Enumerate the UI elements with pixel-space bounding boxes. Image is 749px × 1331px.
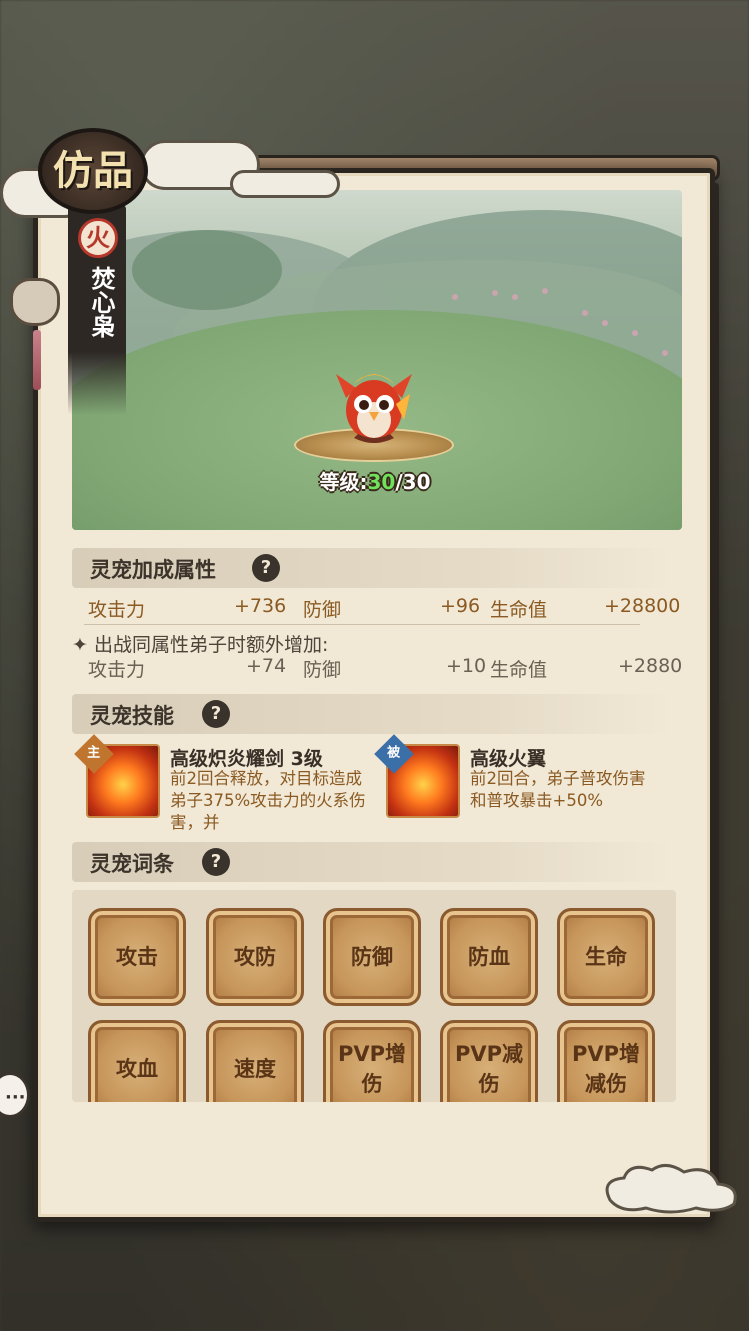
trait-attack[interactable]: 攻击 [88, 908, 186, 1006]
stat-value-attack: +74 [246, 655, 287, 677]
skills-section-header: 灵宠技能 ? [72, 694, 672, 734]
trait-hp[interactable]: 生命 [557, 908, 655, 1006]
level-separator: / [395, 470, 403, 494]
cloud-decoration [230, 170, 340, 198]
extra-bonus-label: ✦ 出战同属性弟子时额外增加: [72, 630, 328, 657]
traits-section-title: 灵宠词条 [90, 852, 174, 876]
help-icon[interactable]: ? [202, 848, 230, 876]
stat-label-defense: 防御 [303, 659, 342, 681]
traits-grid: 攻击 攻防 防御 防血 生命 攻血 速度 PVP增伤 PVP减伤 PVP增减伤 [72, 890, 676, 1102]
pet-name: 焚心枭 [87, 266, 116, 338]
extra-stats-row: 攻击力 +74 防御 +10 生命值 +2880 [88, 655, 688, 683]
help-icon[interactable]: ? [252, 554, 280, 582]
level-max: 30 [402, 470, 431, 494]
level-prefix: 等级: [319, 470, 368, 494]
stat-value-attack: +736 [234, 595, 287, 617]
base-stats-row: 攻击力 +736 防御 +96 生命值 +28800 [88, 595, 688, 623]
stat-label-attack: 攻击力 [88, 599, 146, 621]
stat-value-defense: +96 [440, 595, 481, 617]
stat-value-hp: +2880 [618, 655, 683, 677]
diamond-marker-icon: ✦ [72, 634, 88, 656]
bonus-section-title: 灵宠加成属性 [90, 558, 216, 582]
trait-attack-defense[interactable]: 攻防 [206, 908, 304, 1006]
trait-attack-hp[interactable]: 攻血 [88, 1020, 186, 1102]
grade-badge: 仿品 [38, 128, 148, 214]
trait-pvp-damage-up[interactable]: PVP增伤 [323, 1020, 421, 1102]
trait-pvp-damage-down[interactable]: PVP减伤 [440, 1020, 538, 1102]
trait-defense[interactable]: 防御 [323, 908, 421, 1006]
skills-section-title: 灵宠技能 [90, 704, 174, 728]
stat-label-hp: 生命值 [490, 599, 548, 621]
cloud-decoration [605, 1164, 737, 1214]
tree [132, 230, 282, 310]
tassel-decoration [33, 330, 41, 390]
skill-description: 前2回合，弟子普攻伤害和普攻暴击+50% [470, 769, 646, 810]
help-icon[interactable]: ? [202, 700, 230, 728]
trait-speed[interactable]: 速度 [206, 1020, 304, 1102]
traits-section-header: 灵宠词条 ? [72, 842, 672, 882]
fire-element-icon: 火 [78, 218, 118, 258]
bonus-section-header: 灵宠加成属性 ? [72, 548, 672, 588]
trait-pvp-damage-up-down[interactable]: PVP增减伤 [557, 1020, 655, 1102]
extra-bonus-text: 出战同属性弟子时额外增加: [93, 634, 329, 656]
stat-label-defense: 防御 [303, 599, 342, 621]
skill-description: 前2回合释放，对目标造成弟子375%攻击力的火系伤害，并 [170, 769, 366, 832]
cat-charm-icon [10, 278, 60, 326]
trait-defense-hp[interactable]: 防血 [440, 908, 538, 1006]
level-current: 30 [367, 470, 396, 494]
stat-label-attack: 攻击力 [88, 659, 146, 681]
owl-pet-sprite[interactable] [332, 364, 416, 448]
stat-value-defense: +10 [446, 655, 487, 677]
skill-name: 高级火翼 [470, 748, 547, 770]
divider [84, 624, 640, 625]
skill-name: 高级炽炎耀剑 3级 [170, 748, 323, 770]
stat-label-hp: 生命值 [490, 659, 548, 681]
pet-level-label: 等级:30/30 [300, 466, 450, 495]
stat-value-hp: +28800 [604, 595, 681, 617]
